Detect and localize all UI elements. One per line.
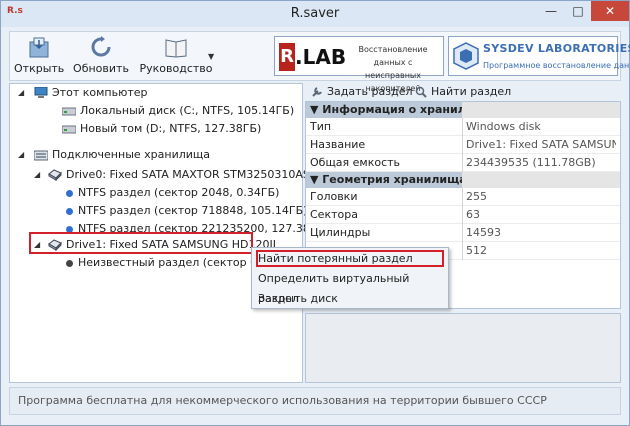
storages-icon <box>34 150 48 161</box>
window-title: R.saver <box>290 6 340 21</box>
hard-disk-icon <box>48 169 62 181</box>
menu-item-define-virtual-partition[interactable]: Определить виртуальный раздел <box>252 269 448 305</box>
sysdev-subtitle: Программное восстановление данных <box>483 61 630 70</box>
find-partition-button[interactable]: Найти раздел <box>415 83 511 101</box>
rlab-logo: R .LAB <box>279 43 347 71</box>
context-menu: Найти потерянный раздел Определить вирту… <box>251 247 449 309</box>
tree-expanded-icon[interactable]: ◢ <box>18 84 28 102</box>
app-window: R.s R.saver — □ ✕ Открыть Обновить Руков… <box>0 0 630 426</box>
wrench-icon <box>312 87 322 97</box>
partition-icon <box>66 208 73 215</box>
open-button[interactable]: Открыть <box>14 34 64 78</box>
sysdev-logo-icon <box>453 42 479 70</box>
maximize-button[interactable]: □ <box>565 1 591 21</box>
partition-icon <box>66 260 73 267</box>
computer-icon <box>34 87 48 98</box>
search-icon <box>415 86 427 98</box>
property-row-type[interactable]: Тип Windows disk <box>306 118 620 136</box>
menu-item-close-disk[interactable]: Закрыть диск <box>252 289 448 309</box>
storage-geometry-group[interactable]: ▼ Геометрия хранилища <box>306 172 462 188</box>
property-row-name[interactable]: Название Drive1: Fixed SATA SAMSUNG HD12… <box>306 136 620 154</box>
set-partition-button[interactable]: Задать раздел <box>311 83 413 101</box>
partition-icon <box>66 190 73 197</box>
sysdev-banner[interactable]: SYSDEV LABORATORIES Программное восстано… <box>448 36 630 76</box>
partition-toolbar: Задать раздел Найти раздел <box>305 81 621 101</box>
status-bar: Программа бесплатна для некоммерческого … <box>9 387 621 415</box>
drive-icon <box>62 107 76 116</box>
group-filler <box>462 172 620 188</box>
property-row-capacity[interactable]: Общая емкость 234439535 (111.78GB) <box>306 154 620 172</box>
refresh-button[interactable]: Обновить <box>72 34 130 78</box>
tree-expanded-icon[interactable]: ◢ <box>34 166 44 184</box>
main-toolbar: Открыть Обновить Руководство ▼ R .LAB Во… <box>9 31 630 93</box>
drive1-highlight <box>29 232 253 254</box>
property-row-heads[interactable]: Головки 255 <box>306 188 620 206</box>
description-panel <box>305 313 621 383</box>
guide-button[interactable]: Руководство <box>138 34 214 78</box>
property-row-cylinders[interactable]: Цилиндры 14593 <box>306 224 620 242</box>
refresh-icon <box>91 36 111 57</box>
close-button[interactable]: ✕ <box>591 1 629 21</box>
rlab-banner[interactable]: R .LAB Восстановление данных с неисправн… <box>274 36 444 93</box>
sysdev-name: SYSDEV LABORATORIES <box>483 42 630 55</box>
group-filler <box>462 102 620 118</box>
tree-expanded-icon[interactable]: ◢ <box>18 146 28 164</box>
storage-info-group[interactable]: ▼ Информация о хранилище <box>306 102 462 118</box>
open-icon <box>29 37 49 58</box>
guide-dropdown-icon[interactable]: ▼ <box>208 52 214 61</box>
find-lost-highlight <box>256 250 444 267</box>
book-icon <box>165 39 187 58</box>
drive-icon <box>62 125 76 134</box>
title-bar: R.s R.saver — □ ✕ <box>1 1 629 27</box>
minimize-button[interactable]: — <box>537 1 565 21</box>
property-row-sectors[interactable]: Сектора 63 <box>306 206 620 224</box>
